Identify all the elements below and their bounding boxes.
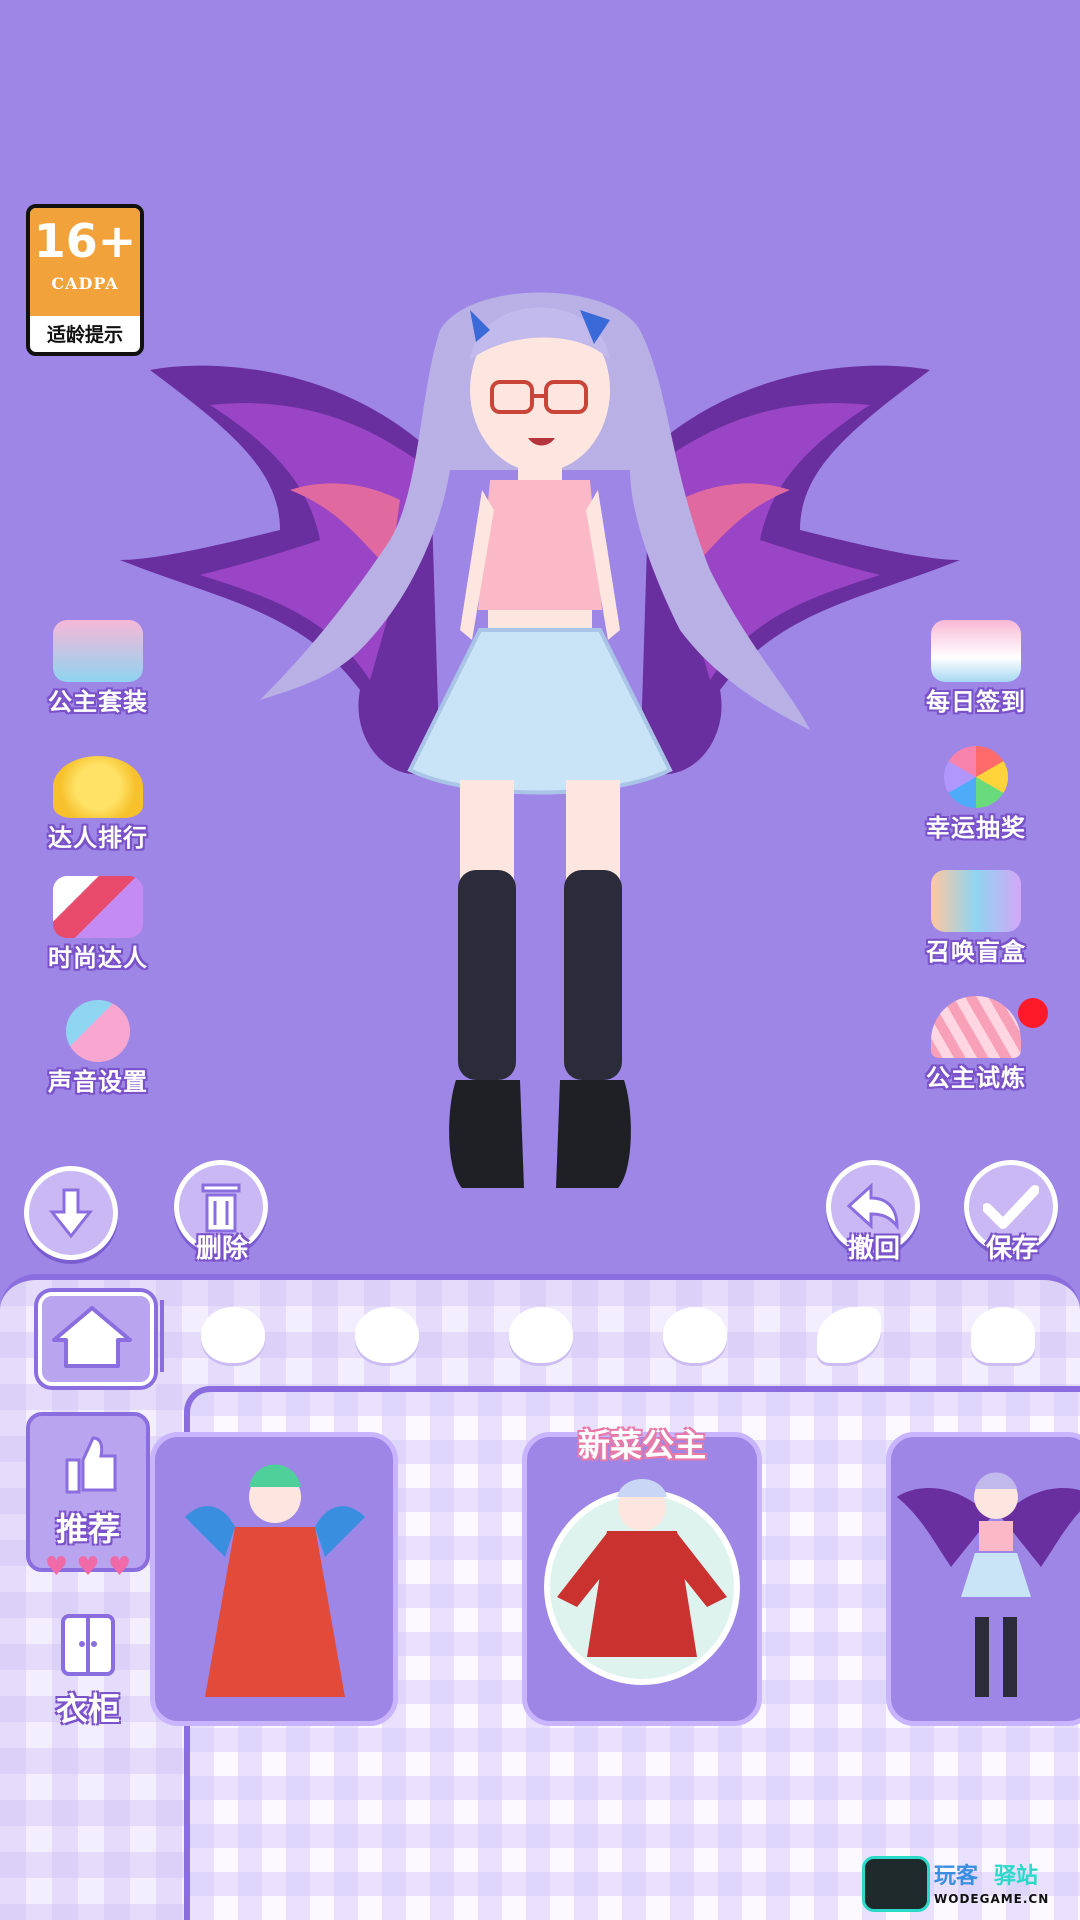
dress-icon xyxy=(53,620,143,682)
fan-icon xyxy=(931,996,1021,1058)
tab-face-1[interactable] xyxy=(178,1290,288,1380)
category-label: 衣柜 xyxy=(55,1690,120,1728)
home-icon xyxy=(52,1306,132,1368)
menu-daily-checkin[interactable]: 每日签到 xyxy=(906,620,1046,730)
outfit-card-1[interactable] xyxy=(150,1432,398,1726)
menu-princess-outfit[interactable]: 公主套装 xyxy=(28,620,168,730)
delete-label: 删除 xyxy=(195,1234,248,1264)
thumbs-up-icon xyxy=(65,1436,117,1494)
tab-face-2[interactable] xyxy=(332,1290,442,1380)
undo-icon xyxy=(846,1182,899,1231)
menu-label: 每日签到 xyxy=(926,688,1026,716)
microphone-icon xyxy=(66,1000,130,1062)
menu-label: 公主试炼 xyxy=(926,1064,1026,1092)
notification-dot xyxy=(1018,998,1048,1028)
outfit-thumbnail xyxy=(185,1464,365,1697)
menu-ranking[interactable]: 达人排行 xyxy=(28,756,168,866)
tab-divider xyxy=(160,1300,164,1372)
menu-label: 幸运抽奖 xyxy=(926,814,1026,842)
menu-sound-settings[interactable]: 声音设置 xyxy=(28,1000,168,1110)
menu-label: 公主套装 xyxy=(48,688,148,716)
wardrobe-icon xyxy=(61,1614,115,1676)
outfit-thumbnail xyxy=(544,1479,740,1685)
mystery-box-icon xyxy=(931,870,1021,932)
face-icon xyxy=(663,1307,727,1363)
menu-label: 声音设置 xyxy=(48,1068,148,1096)
save-label: 保存 xyxy=(985,1234,1038,1264)
hair-icon xyxy=(817,1307,881,1363)
character-avatar[interactable] xyxy=(110,270,970,1210)
lips-icon xyxy=(53,876,143,938)
home-tab[interactable] xyxy=(38,1292,154,1386)
outfit-thumbnail xyxy=(897,1472,1080,1697)
calendar-icon xyxy=(931,620,1021,682)
tab-hair-2[interactable] xyxy=(948,1290,1058,1380)
trash-icon xyxy=(201,1183,241,1233)
arrow-down-icon xyxy=(48,1188,94,1239)
watermark: 玩客 驿站 WODEGAME.CN xyxy=(860,1854,1080,1920)
menu-lucky-draw[interactable]: 幸运抽奖 xyxy=(906,746,1046,856)
tab-face-4[interactable] xyxy=(640,1290,750,1380)
outfit-card-2[interactable] xyxy=(522,1432,762,1726)
robot-logo-icon xyxy=(862,1856,930,1912)
menu-mystery-box[interactable]: 召唤盲盒 xyxy=(906,870,1046,980)
category-label: 推荐 xyxy=(55,1510,120,1548)
checkmark-icon xyxy=(983,1185,1039,1229)
undo-label: 撤回 xyxy=(847,1234,900,1264)
wheel-icon xyxy=(944,746,1008,808)
age-rating: 16+ xyxy=(33,214,137,268)
watermark-domain: WODEGAME.CN xyxy=(934,1892,1050,1906)
watermark-brand2: 驿站 xyxy=(994,1864,1039,1889)
hearts-decoration: ♥ ♥ ♥ xyxy=(44,1552,132,1582)
category-recommend[interactable]: 推荐 xyxy=(26,1412,150,1572)
outfit-name: 新菜公主 xyxy=(577,1426,706,1464)
menu-label: 时尚达人 xyxy=(48,944,148,972)
menu-label: 召唤盲盒 xyxy=(926,938,1026,966)
watermark-brand: 玩客 xyxy=(934,1864,979,1889)
face-icon xyxy=(355,1307,419,1363)
outfit-card-3[interactable] xyxy=(886,1432,1080,1726)
tab-hair-1[interactable] xyxy=(794,1290,904,1380)
face-icon xyxy=(201,1307,265,1363)
collapse-button[interactable] xyxy=(24,1166,118,1260)
category-wardrobe[interactable]: 衣柜 xyxy=(26,1600,150,1760)
crown-icon xyxy=(53,756,143,818)
menu-fashion[interactable]: 时尚达人 xyxy=(28,876,168,986)
tab-face-3[interactable] xyxy=(486,1290,596,1380)
hair-icon xyxy=(971,1307,1035,1363)
menu-label: 达人排行 xyxy=(48,824,148,852)
face-icon xyxy=(509,1307,573,1363)
